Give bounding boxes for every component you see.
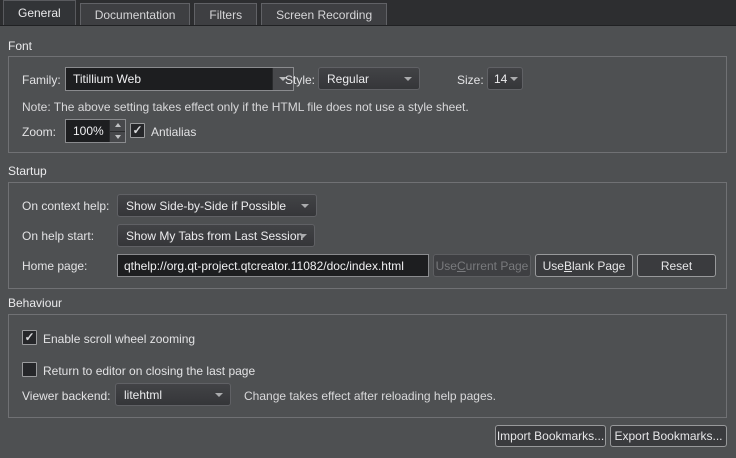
font-style-value: Regular [327, 72, 369, 86]
behaviour-group-title: Behaviour [8, 296, 62, 310]
zoom-spinner[interactable]: 100% [65, 119, 126, 143]
font-group-title: Font [8, 39, 32, 53]
zoom-spinner-buttons [109, 120, 125, 142]
return-to-editor-label[interactable]: Return to editor on closing the last pag… [43, 364, 255, 378]
chevron-down-icon [215, 393, 223, 397]
viewer-backend-value: litehtml [124, 388, 162, 402]
use-current-page-button[interactable]: Use Current Page [433, 254, 531, 277]
font-size-combobox[interactable]: 14 [487, 67, 523, 90]
scroll-wheel-zoom-checkbox[interactable] [22, 330, 37, 345]
zoom-value: 100% [66, 120, 109, 142]
chevron-down-icon [299, 234, 307, 238]
antialias-label[interactable]: Antialias [151, 125, 196, 139]
font-size-value: 14 [494, 72, 507, 86]
home-page-label: Home page: [22, 259, 87, 273]
button-mnemonic: C [457, 259, 466, 273]
antialias-checkbox[interactable] [130, 123, 145, 138]
context-help-combobox[interactable]: Show Side-by-Side if Possible [117, 194, 317, 217]
reset-button[interactable]: Reset [637, 254, 716, 277]
tab-screen-recording[interactable]: Screen Recording [261, 3, 387, 25]
export-bookmarks-button[interactable]: Export Bookmarks... [610, 425, 727, 447]
triangle-up-icon [115, 123, 121, 127]
font-family-combobox[interactable]: Titillium Web [65, 67, 294, 91]
use-blank-page-button[interactable]: Use Blank Page [535, 254, 633, 277]
chevron-down-icon [301, 204, 309, 208]
tab-bar: General Documentation Filters Screen Rec… [0, 0, 736, 26]
help-start-combobox[interactable]: Show My Tabs from Last Session [117, 224, 315, 247]
help-options-dialog: General Documentation Filters Screen Rec… [0, 0, 736, 458]
tab-general[interactable]: General [3, 0, 76, 25]
startup-group-title: Startup [8, 164, 47, 178]
tab-filters[interactable]: Filters [194, 3, 257, 25]
triangle-down-icon [115, 135, 121, 139]
spin-up-button[interactable] [110, 120, 125, 132]
viewer-backend-note: Change takes effect after reloading help… [244, 389, 496, 403]
tab-documentation[interactable]: Documentation [80, 3, 191, 25]
font-style-label: Style: [285, 73, 315, 87]
help-start-value: Show My Tabs from Last Session [126, 229, 303, 243]
context-help-label: On context help: [22, 199, 109, 213]
font-family-value: Titillium Web [66, 68, 272, 90]
font-family-label: Family: [22, 73, 61, 87]
button-label-part: Use [543, 259, 564, 273]
scroll-wheel-zoom-label[interactable]: Enable scroll wheel zooming [43, 332, 195, 346]
viewer-backend-combobox[interactable]: litehtml [115, 383, 231, 406]
font-style-combobox[interactable]: Regular [318, 67, 420, 90]
font-note-text: Note: The above setting takes effect onl… [22, 100, 469, 114]
context-help-value: Show Side-by-Side if Possible [126, 199, 286, 213]
home-page-input[interactable] [117, 254, 429, 277]
zoom-label: Zoom: [22, 125, 56, 139]
spin-down-button[interactable] [110, 132, 125, 143]
help-start-label: On help start: [22, 229, 94, 243]
button-mnemonic: B [564, 259, 572, 273]
font-size-label: Size: [457, 73, 484, 87]
chevron-down-icon [510, 77, 518, 81]
chevron-down-icon [404, 77, 412, 81]
button-label-part: urrent Page [466, 259, 529, 273]
viewer-backend-label: Viewer backend: [22, 389, 111, 403]
return-to-editor-checkbox[interactable] [22, 362, 37, 377]
button-label-part: lank Page [572, 259, 625, 273]
button-label-part: Use [436, 259, 457, 273]
import-bookmarks-button[interactable]: Import Bookmarks... [495, 425, 606, 447]
